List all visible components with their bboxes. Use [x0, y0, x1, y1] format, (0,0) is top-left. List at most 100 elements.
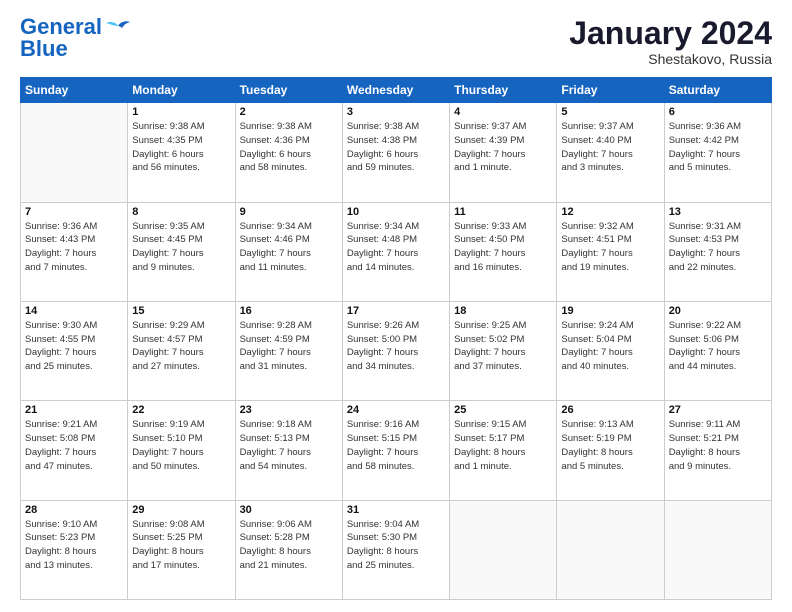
day-content: Sunrise: 9:37 AM Sunset: 4:40 PM Dayligh…	[561, 120, 659, 175]
calendar-cell: 19 Sunrise: 9:24 AM Sunset: 5:04 PM Dayli…	[557, 301, 664, 400]
day-content: Sunrise: 9:28 AM Sunset: 4:59 PM Dayligh…	[240, 319, 338, 374]
day-header-friday: Friday	[557, 78, 664, 103]
calendar-cell: 16 Sunrise: 9:28 AM Sunset: 4:59 PM Dayli…	[235, 301, 342, 400]
calendar-cell: 6Sunrise: 9:36 AM Sunset: 4:42 PM Daylig…	[664, 103, 771, 202]
day-content: Sunrise: 9:24 AM Sunset: 5:04 PM Dayligh…	[561, 319, 659, 374]
calendar-cell: 25 Sunrise: 9:15 AM Sunset: 5:17 PM Dayli…	[450, 401, 557, 500]
day-number: 12	[561, 206, 659, 218]
day-number: 10	[347, 206, 445, 218]
day-content: Sunrise: 9:10 AM Sunset: 5:23 PM Dayligh…	[25, 518, 123, 573]
day-content: Sunrise: 9:16 AM Sunset: 5:15 PM Dayligh…	[347, 418, 445, 473]
day-number: 20	[669, 305, 767, 317]
calendar-cell: 17Sunrise: 9:26 AM Sunset: 5:00 PM Dayli…	[342, 301, 449, 400]
day-header-tuesday: Tuesday	[235, 78, 342, 103]
calendar-week-4: 21 Sunrise: 9:21 AM Sunset: 5:08 PM Dayli…	[21, 401, 772, 500]
day-content: Sunrise: 9:37 AM Sunset: 4:39 PM Dayligh…	[454, 120, 552, 175]
day-content: Sunrise: 9:04 AM Sunset: 5:30 PM Dayligh…	[347, 518, 445, 573]
day-number: 7	[25, 206, 123, 218]
day-number: 21	[25, 404, 123, 416]
day-number: 14	[25, 305, 123, 317]
calendar-header-row: SundayMondayTuesdayWednesdayThursdayFrid…	[21, 78, 772, 103]
day-number: 13	[669, 206, 767, 218]
calendar-week-2: 7 Sunrise: 9:36 AM Sunset: 4:43 PM Daylig…	[21, 202, 772, 301]
day-content: Sunrise: 9:11 AM Sunset: 5:21 PM Dayligh…	[669, 418, 767, 473]
day-content: Sunrise: 9:21 AM Sunset: 5:08 PM Dayligh…	[25, 418, 123, 473]
day-number: 31	[347, 504, 445, 516]
calendar-cell: 9Sunrise: 9:34 AM Sunset: 4:46 PM Daylig…	[235, 202, 342, 301]
calendar-cell: 18 Sunrise: 9:25 AM Sunset: 5:02 PM Dayli…	[450, 301, 557, 400]
day-header-sunday: Sunday	[21, 78, 128, 103]
day-number: 4	[454, 106, 552, 118]
day-content: Sunrise: 9:06 AM Sunset: 5:28 PM Dayligh…	[240, 518, 338, 573]
day-content: Sunrise: 9:36 AM Sunset: 4:43 PM Dayligh…	[25, 220, 123, 275]
day-number: 22	[132, 404, 230, 416]
day-number: 30	[240, 504, 338, 516]
calendar-week-1: 1Sunrise: 9:38 AM Sunset: 4:35 PM Daylig…	[21, 103, 772, 202]
day-content: Sunrise: 9:38 AM Sunset: 4:38 PM Dayligh…	[347, 120, 445, 175]
day-content: Sunrise: 9:08 AM Sunset: 5:25 PM Dayligh…	[132, 518, 230, 573]
calendar-cell	[21, 103, 128, 202]
day-number: 6	[669, 106, 767, 118]
day-content: Sunrise: 9:34 AM Sunset: 4:46 PM Dayligh…	[240, 220, 338, 275]
day-content: Sunrise: 9:35 AM Sunset: 4:45 PM Dayligh…	[132, 220, 230, 275]
header: General Blue January 2024 Shestakovo, Ru…	[20, 16, 772, 67]
day-content: Sunrise: 9:19 AM Sunset: 5:10 PM Dayligh…	[132, 418, 230, 473]
day-content: Sunrise: 9:29 AM Sunset: 4:57 PM Dayligh…	[132, 319, 230, 374]
calendar: SundayMondayTuesdayWednesdayThursdayFrid…	[20, 77, 772, 600]
day-content: Sunrise: 9:38 AM Sunset: 4:36 PM Dayligh…	[240, 120, 338, 175]
day-number: 19	[561, 305, 659, 317]
calendar-cell: 13Sunrise: 9:31 AM Sunset: 4:53 PM Dayli…	[664, 202, 771, 301]
calendar-cell: 4 Sunrise: 9:37 AM Sunset: 4:39 PM Daylig…	[450, 103, 557, 202]
day-number: 29	[132, 504, 230, 516]
logo-text: General Blue	[20, 16, 102, 60]
day-header-wednesday: Wednesday	[342, 78, 449, 103]
day-content: Sunrise: 9:13 AM Sunset: 5:19 PM Dayligh…	[561, 418, 659, 473]
calendar-cell: 28 Sunrise: 9:10 AM Sunset: 5:23 PM Dayli…	[21, 500, 128, 599]
calendar-week-5: 28 Sunrise: 9:10 AM Sunset: 5:23 PM Dayli…	[21, 500, 772, 599]
day-content: Sunrise: 9:38 AM Sunset: 4:35 PM Dayligh…	[132, 120, 230, 175]
day-number: 3	[347, 106, 445, 118]
calendar-cell: 10 Sunrise: 9:34 AM Sunset: 4:48 PM Dayli…	[342, 202, 449, 301]
day-number: 25	[454, 404, 552, 416]
calendar-cell	[450, 500, 557, 599]
day-content: Sunrise: 9:32 AM Sunset: 4:51 PM Dayligh…	[561, 220, 659, 275]
day-number: 8	[132, 206, 230, 218]
calendar-cell	[557, 500, 664, 599]
calendar-cell: 24 Sunrise: 9:16 AM Sunset: 5:15 PM Dayli…	[342, 401, 449, 500]
calendar-cell: 30 Sunrise: 9:06 AM Sunset: 5:28 PM Dayli…	[235, 500, 342, 599]
day-number: 23	[240, 404, 338, 416]
day-number: 16	[240, 305, 338, 317]
day-number: 11	[454, 206, 552, 218]
calendar-cell: 21 Sunrise: 9:21 AM Sunset: 5:08 PM Dayli…	[21, 401, 128, 500]
calendar-cell: 20Sunrise: 9:22 AM Sunset: 5:06 PM Dayli…	[664, 301, 771, 400]
day-content: Sunrise: 9:33 AM Sunset: 4:50 PM Dayligh…	[454, 220, 552, 275]
calendar-cell: 11 Sunrise: 9:33 AM Sunset: 4:50 PM Dayli…	[450, 202, 557, 301]
day-number: 2	[240, 106, 338, 118]
logo: General Blue	[20, 16, 132, 60]
calendar-cell: 27 Sunrise: 9:11 AM Sunset: 5:21 PM Dayli…	[664, 401, 771, 500]
day-number: 18	[454, 305, 552, 317]
calendar-cell: 3 Sunrise: 9:38 AM Sunset: 4:38 PM Daylig…	[342, 103, 449, 202]
calendar-cell: 31 Sunrise: 9:04 AM Sunset: 5:30 PM Dayli…	[342, 500, 449, 599]
day-content: Sunrise: 9:18 AM Sunset: 5:13 PM Dayligh…	[240, 418, 338, 473]
calendar-cell: 12 Sunrise: 9:32 AM Sunset: 4:51 PM Dayli…	[557, 202, 664, 301]
calendar-cell: 26Sunrise: 9:13 AM Sunset: 5:19 PM Dayli…	[557, 401, 664, 500]
calendar-cell: 15Sunrise: 9:29 AM Sunset: 4:57 PM Dayli…	[128, 301, 235, 400]
day-content: Sunrise: 9:25 AM Sunset: 5:02 PM Dayligh…	[454, 319, 552, 374]
calendar-cell: 7 Sunrise: 9:36 AM Sunset: 4:43 PM Daylig…	[21, 202, 128, 301]
calendar-cell	[664, 500, 771, 599]
day-number: 17	[347, 305, 445, 317]
calendar-cell: 1Sunrise: 9:38 AM Sunset: 4:35 PM Daylig…	[128, 103, 235, 202]
day-number: 24	[347, 404, 445, 416]
day-content: Sunrise: 9:30 AM Sunset: 4:55 PM Dayligh…	[25, 319, 123, 374]
logo-bird-icon	[104, 18, 132, 40]
day-header-thursday: Thursday	[450, 78, 557, 103]
day-number: 28	[25, 504, 123, 516]
day-number: 5	[561, 106, 659, 118]
day-content: Sunrise: 9:34 AM Sunset: 4:48 PM Dayligh…	[347, 220, 445, 275]
calendar-cell: 2 Sunrise: 9:38 AM Sunset: 4:36 PM Daylig…	[235, 103, 342, 202]
day-content: Sunrise: 9:15 AM Sunset: 5:17 PM Dayligh…	[454, 418, 552, 473]
day-number: 27	[669, 404, 767, 416]
calendar-cell: 22 Sunrise: 9:19 AM Sunset: 5:10 PM Dayli…	[128, 401, 235, 500]
page: General Blue January 2024 Shestakovo, Ru…	[0, 0, 792, 612]
